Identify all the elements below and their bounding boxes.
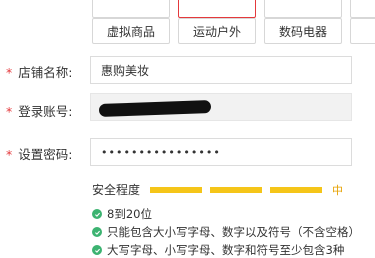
login-account-input — [90, 93, 352, 121]
redaction-mark — [98, 100, 212, 117]
required-asterisk: * — [6, 65, 13, 80]
login-account-label: * 登录账号: — [6, 104, 73, 119]
password-strength-meter: 安全程度 中 — [92, 181, 343, 198]
check-circle-icon — [92, 227, 102, 237]
shop-name-label: * 店铺名称: — [6, 65, 73, 80]
category-chip[interactable] — [92, 0, 170, 18]
rule-text: 只能包含大小写字母、数字以及符号（不含空格） — [107, 225, 360, 239]
category-chip[interactable] — [264, 0, 342, 18]
category-chip-virtual-goods[interactable]: 虚拟商品 — [92, 18, 170, 44]
rule-text: 8到20位 — [107, 207, 152, 221]
rule-text: 大写字母、小写字母、数字和符号至少包含3种 — [107, 243, 345, 257]
shop-name-input[interactable]: 惠购美妆 — [90, 56, 352, 84]
strength-level: 中 — [332, 183, 344, 197]
password-masked-value: •••••••••••••••• — [101, 145, 221, 159]
shop-name-value: 惠购美妆 — [101, 63, 150, 78]
category-chip-digital-electronics[interactable]: 数码电器 — [264, 18, 342, 44]
category-chip-partial[interactable] — [350, 18, 375, 44]
strength-bar-3 — [270, 186, 323, 193]
category-chips-top-row — [92, 0, 375, 18]
password-rule-variety: 大写字母、小写字母、数字和符号至少包含3种 — [92, 242, 344, 258]
password-label: * 设置密码: — [6, 147, 73, 162]
required-asterisk: * — [6, 147, 13, 162]
password-rule-length: 8到20位 — [92, 206, 152, 222]
category-chip[interactable] — [350, 0, 375, 18]
password-input[interactable]: •••••••••••••••• — [90, 138, 352, 166]
category-chip-sports-outdoor[interactable]: 运动户外 — [178, 18, 256, 44]
strength-bar-1 — [150, 186, 203, 193]
category-chips-row: 虚拟商品 运动户外 数码电器 — [92, 18, 375, 44]
check-circle-icon — [92, 245, 102, 255]
strength-label: 安全程度 — [92, 183, 141, 197]
check-circle-icon — [92, 209, 102, 219]
strength-bar-2 — [210, 186, 263, 193]
password-rule-charset: 只能包含大小写字母、数字以及符号（不含空格） — [92, 224, 360, 240]
category-chip-selected[interactable] — [178, 0, 256, 18]
required-asterisk: * — [6, 104, 13, 119]
